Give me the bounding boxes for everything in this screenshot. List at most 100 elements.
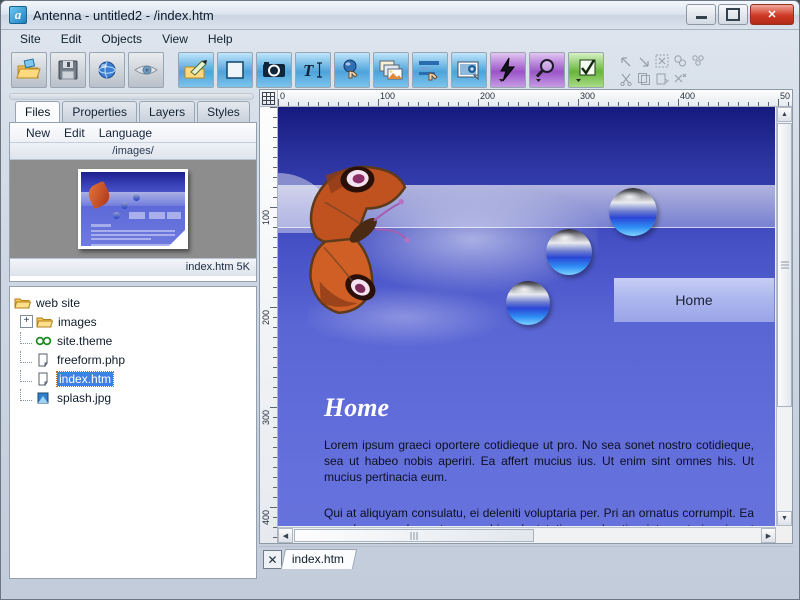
butterfly-image: [286, 155, 426, 330]
document-tab-index-htm[interactable]: index.htm: [281, 549, 357, 569]
scroll-down-button[interactable]: ▼: [777, 511, 792, 526]
file-tree[interactable]: web site + images: [9, 286, 257, 579]
ruler-h-label: 50: [780, 91, 790, 101]
ruler-h-label: 200: [480, 91, 495, 101]
scroll-left-button[interactable]: ◀: [278, 528, 293, 543]
editor-area: 010020030040050 100200300400: [259, 89, 793, 544]
nav-home-button[interactable]: Home: [614, 278, 775, 322]
application-window: a Antenna - untitled2 - /index.htm ✕ Sit…: [0, 0, 800, 600]
text-tool-button[interactable]: T: [295, 52, 331, 88]
svg-text:T: T: [303, 61, 314, 80]
minimize-button[interactable]: [686, 4, 716, 25]
horizontal-ruler[interactable]: 010020030040050: [278, 90, 792, 107]
tree-item-images[interactable]: + images: [14, 312, 252, 331]
antenna-a-icon: a: [9, 6, 27, 24]
tree-item-splash-jpg[interactable]: splash.jpg: [14, 388, 252, 407]
ruler-h-label: 300: [580, 91, 595, 101]
tree-item-web-site[interactable]: web site: [14, 293, 252, 312]
open-site-button[interactable]: [11, 52, 47, 88]
open-folder-icon: [14, 296, 31, 310]
document-tab-label: index.htm: [292, 550, 344, 569]
publish-button[interactable]: [89, 52, 125, 88]
form-tool-button[interactable]: [412, 52, 448, 88]
preview-path: /images/: [10, 143, 256, 160]
tree-label: splash.jpg: [57, 391, 111, 405]
theme-infinity-icon: [35, 334, 52, 348]
ruler-origin-icon[interactable]: [260, 90, 278, 107]
tree-line: [20, 351, 32, 363]
nav-home-label: Home: [675, 292, 712, 308]
menu-item-help[interactable]: Help: [199, 30, 242, 48]
redo-arrow-icon[interactable]: [635, 52, 653, 70]
camera-tool-button[interactable]: [256, 52, 292, 88]
file-preview-panel: New Edit Language /images/: [9, 122, 257, 282]
tab-layers[interactable]: Layers: [139, 101, 195, 122]
submenu-edit[interactable]: Edit: [64, 126, 85, 140]
close-button[interactable]: ✕: [750, 4, 794, 25]
menu-bar: Site Edit Objects View Help: [1, 29, 799, 49]
paste-icon[interactable]: [653, 70, 671, 88]
hyperlink-tool-button[interactable]: [334, 52, 370, 88]
scroll-right-button[interactable]: ▶: [761, 528, 776, 543]
tree-label: images: [58, 315, 97, 329]
panel-splitter[interactable]: [9, 93, 254, 100]
group-icon[interactable]: [671, 52, 689, 70]
save-button[interactable]: [50, 52, 86, 88]
page-canvas[interactable]: Home Home Lorem ipsum graeci oportere co…: [278, 107, 775, 526]
decorative-sphere: [609, 188, 657, 236]
page-heading: Home: [324, 393, 389, 423]
left-panel: Files Properties Layers Styles New Edit …: [9, 101, 257, 579]
window-title: Antenna - untitled2 - /index.htm: [33, 8, 214, 23]
align-icon[interactable]: [689, 52, 707, 70]
tree-item-site-theme[interactable]: site.theme: [14, 331, 252, 350]
window-controls: ✕: [686, 4, 794, 25]
menu-item-view[interactable]: View: [153, 30, 197, 48]
submenu-new[interactable]: New: [26, 126, 50, 140]
expander-icon[interactable]: +: [20, 315, 33, 328]
tree-item-freeform-php[interactable]: freeform.php: [14, 350, 252, 369]
tab-styles[interactable]: Styles: [197, 101, 250, 122]
panel-submenu: New Edit Language: [10, 123, 256, 143]
page-paragraph-2: Qui at aliquyam consulatu, ei deleniti v…: [324, 505, 754, 526]
delete-icon[interactable]: [671, 70, 689, 88]
select-all-icon[interactable]: [653, 52, 671, 70]
rectangle-tool-button[interactable]: [217, 52, 253, 88]
horizontal-scroll-thumb[interactable]: [294, 529, 534, 542]
title-bar: a Antenna - untitled2 - /index.htm ✕: [1, 1, 799, 30]
menu-item-site[interactable]: Site: [11, 30, 50, 48]
horizontal-scrollbar[interactable]: ◀ ▶: [278, 527, 776, 543]
edit-tool-button[interactable]: [178, 52, 214, 88]
decorative-sphere: [546, 229, 592, 275]
ruler-h-label: 400: [680, 91, 695, 101]
media-tool-button[interactable]: [451, 52, 487, 88]
scissors-icon[interactable]: [617, 70, 635, 88]
edit-mini-toolbar: [617, 52, 707, 88]
submenu-language[interactable]: Language: [99, 126, 152, 140]
vertical-scrollbar[interactable]: ▲ ▼: [776, 107, 792, 526]
scroll-up-button[interactable]: ▲: [777, 107, 792, 122]
validate-tool-button[interactable]: [568, 52, 604, 88]
menu-item-edit[interactable]: Edit: [52, 30, 91, 48]
tree-label: freeform.php: [57, 353, 125, 367]
undo-arrow-icon[interactable]: [617, 52, 635, 70]
script-tool-button[interactable]: [490, 52, 526, 88]
ruler-h-label: 0: [280, 91, 285, 101]
preview-button[interactable]: [128, 52, 164, 88]
copy-icon[interactable]: [635, 70, 653, 88]
menu-item-objects[interactable]: Objects: [92, 30, 151, 48]
preview-thumbnail-area[interactable]: [10, 160, 256, 258]
page-paragraph-1: Lorem ipsum graeci oportere cotidieque u…: [324, 437, 754, 485]
close-document-button[interactable]: ✕: [263, 550, 282, 569]
search-tool-button[interactable]: [529, 52, 565, 88]
page-thumbnail[interactable]: [78, 169, 188, 249]
page-curl-icon: [169, 230, 185, 246]
vertical-ruler[interactable]: 100200300400: [260, 107, 278, 543]
maximize-button[interactable]: [718, 4, 748, 25]
image-tool-button[interactable]: [373, 52, 409, 88]
tab-files[interactable]: Files: [15, 101, 60, 123]
open-folder-icon: [36, 315, 53, 329]
vertical-scroll-thumb[interactable]: [777, 123, 792, 407]
tree-label: site.theme: [57, 334, 112, 348]
tree-item-index-htm[interactable]: index.htm: [14, 369, 252, 388]
tab-properties[interactable]: Properties: [62, 101, 137, 122]
